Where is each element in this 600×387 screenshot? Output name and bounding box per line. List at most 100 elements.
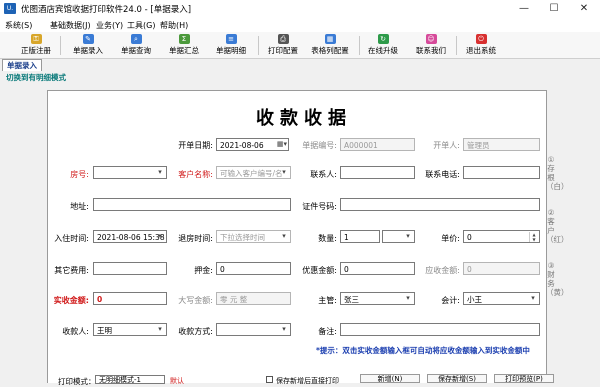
id-number-input[interactable]: [340, 198, 540, 211]
customer-name-select[interactable]: 可输入客户编号/名 ▾: [216, 166, 291, 179]
toolbar: ⚿ 正版注册 ✎ 单据录入 ⌕ 单据查询 Σ 单据汇总 ≡ 单据明细 ⎙ 打印配…: [0, 32, 600, 59]
receipt-query-label: 单据查询: [121, 46, 151, 55]
hint-text: *提示：双击实收金额输入框可自动将应收金额输入到实收金额中: [316, 346, 530, 355]
bottom-action-bar: 打印模式： 无明细模式-1 默认 保存新增后直接打印 新增(N) 保存新增(S)…: [0, 373, 600, 386]
receipt-summary-button[interactable]: Σ 单据汇总: [166, 33, 202, 57]
minimize-button[interactable]: —: [509, 0, 539, 18]
menu-tools[interactable]: 工具(G): [127, 20, 155, 31]
table-column-config-label: 表格列配置: [311, 46, 349, 55]
room-number-select[interactable]: ▾: [93, 166, 167, 179]
receivable-field: 0: [463, 262, 540, 275]
receipt-query-button[interactable]: ⌕ 单据查询: [118, 33, 154, 57]
summary-icon: Σ: [178, 34, 190, 44]
calendar-icon[interactable]: ▦▾: [276, 139, 288, 150]
toolbar-separator: [60, 36, 61, 55]
receipt-entry-button[interactable]: ✎ 单据录入: [70, 33, 106, 57]
discount-input[interactable]: 0: [340, 262, 415, 275]
contact-icon: ☺: [425, 34, 437, 44]
receipt-number-label: 单据编号:: [302, 141, 337, 150]
table-column-config-button[interactable]: ▦ 表格列配置: [307, 33, 353, 57]
remark-label: 备注:: [318, 327, 337, 336]
menu-business[interactable]: 业务(Y): [96, 20, 123, 31]
close-button[interactable]: ✕: [569, 0, 599, 18]
toolbar-separator: [456, 36, 457, 55]
accountant-label: 会计:: [441, 296, 460, 305]
issuer-label: 开单人:: [433, 141, 460, 150]
print-config-button[interactable]: ⎙ 打印配置: [265, 33, 301, 57]
toolbar-separator: [359, 36, 360, 55]
menu-bar: 系统(S) 基础数据(J) 业务(Y) 工具(G) 帮助(H): [0, 18, 600, 32]
chevron-down-icon[interactable]: ▾: [402, 231, 414, 242]
refresh-icon: ↻: [377, 34, 389, 44]
receipt-detail-label: 单据明细: [216, 46, 246, 55]
stepper-icon[interactable]: ▲ ▼: [529, 232, 538, 242]
received-amount-label: 实收金额:: [53, 296, 89, 305]
checkout-time-placeholder: 下拉选择时间: [220, 233, 265, 242]
contact-person-input[interactable]: [340, 166, 415, 179]
payment-method-select[interactable]: ▾: [216, 323, 291, 336]
issue-date-value: 2021-08-06: [220, 141, 264, 150]
received-amount-input[interactable]: 0: [93, 292, 167, 305]
contact-us-label: 联系我们: [416, 46, 446, 55]
payee-select[interactable]: 王明 ▾: [93, 323, 167, 336]
address-input[interactable]: [93, 198, 291, 211]
list-icon: ≡: [225, 34, 237, 44]
exit-icon: ⏻: [475, 34, 487, 44]
print-after-save-label: 保存新增后直接打印: [276, 377, 339, 385]
supervisor-select[interactable]: 张三 ▾: [340, 292, 415, 305]
receipt-detail-button[interactable]: ≡ 单据明细: [213, 33, 249, 57]
payee-label: 收款人:: [62, 327, 89, 336]
supervisor-label: 主管:: [318, 296, 337, 305]
switch-detail-mode-link[interactable]: 切换到有明细模式: [6, 72, 66, 83]
chevron-down-icon[interactable]: ▾: [154, 231, 166, 242]
printer-icon: ⎙: [277, 34, 289, 44]
issue-date-label: 开单日期:: [178, 141, 213, 150]
online-upgrade-button[interactable]: ↻ 在线升级: [365, 33, 401, 57]
accountant-select[interactable]: 小王 ▾: [463, 292, 540, 305]
customer-name-placeholder: 可输入客户编号/名: [220, 169, 283, 178]
quantity-label: 数量:: [318, 234, 337, 243]
checkout-time-select[interactable]: 下拉选择时间 ▾: [216, 230, 291, 243]
chevron-down-icon[interactable]: ▾: [278, 231, 290, 242]
window-title: 优图酒店宾馆收据打印软件24.0 - [单据录入]: [21, 5, 192, 15]
accountant-value: 小王: [467, 295, 482, 304]
receipt-title: 收款收据: [256, 108, 352, 129]
chevron-down-icon[interactable]: ▾: [278, 167, 290, 178]
title-bar: U. 优图酒店宾馆收据打印软件24.0 - [单据录入] — ☐ ✕: [0, 0, 600, 19]
print-mode-default-tag: 默认: [170, 377, 184, 385]
contact-phone-label: 联系电话:: [425, 170, 460, 179]
issue-date-field[interactable]: 2021-08-06 ▦▾: [216, 138, 289, 151]
chevron-down-icon[interactable]: ▾: [402, 293, 414, 304]
print-mode-select[interactable]: 无明细模式-1: [95, 375, 165, 384]
quantity-input[interactable]: 1: [340, 230, 380, 243]
checkin-time-field[interactable]: 2021-08-06 15:38 ▾: [93, 230, 167, 243]
exit-label: 退出系统: [466, 46, 496, 55]
menu-system[interactable]: 系统(S): [5, 20, 32, 31]
payment-method-label: 收款方式:: [178, 327, 213, 336]
unit-price-input[interactable]: 0 ▲ ▼: [463, 230, 540, 243]
deposit-input[interactable]: 0: [216, 262, 291, 275]
register-button[interactable]: ⚿ 正版注册: [18, 33, 54, 57]
remark-input[interactable]: [340, 323, 540, 336]
amount-in-words-field: 零 元 整: [216, 292, 291, 305]
maximize-button[interactable]: ☐: [539, 0, 569, 18]
other-fees-input[interactable]: [93, 262, 167, 275]
exit-button[interactable]: ⏻ 退出系统: [463, 33, 499, 57]
chevron-down-icon[interactable]: ▾: [154, 167, 166, 178]
table-icon: ▦: [324, 34, 336, 44]
chevron-down-icon[interactable]: ▾: [278, 324, 290, 335]
contact-phone-input[interactable]: [463, 166, 540, 179]
tab-receipt-entry[interactable]: 单据录入: [2, 59, 42, 71]
search-icon: ⌕: [130, 34, 142, 44]
chevron-down-icon[interactable]: ▾: [527, 293, 539, 304]
unit-select[interactable]: ▾: [382, 230, 415, 243]
checkout-time-label: 退房时间:: [178, 234, 213, 243]
id-number-label: 证件号码:: [302, 202, 337, 211]
menu-base-data[interactable]: 基础数据(J): [50, 20, 91, 31]
print-mode-value: 无明细模式-1: [99, 376, 141, 384]
menu-help[interactable]: 帮助(H): [160, 20, 188, 31]
unit-price-value: 0: [467, 233, 472, 242]
chevron-down-icon[interactable]: ▾: [154, 324, 166, 335]
customer-name-label: 客户名称:: [178, 170, 213, 179]
contact-us-button[interactable]: ☺ 联系我们: [413, 33, 449, 57]
